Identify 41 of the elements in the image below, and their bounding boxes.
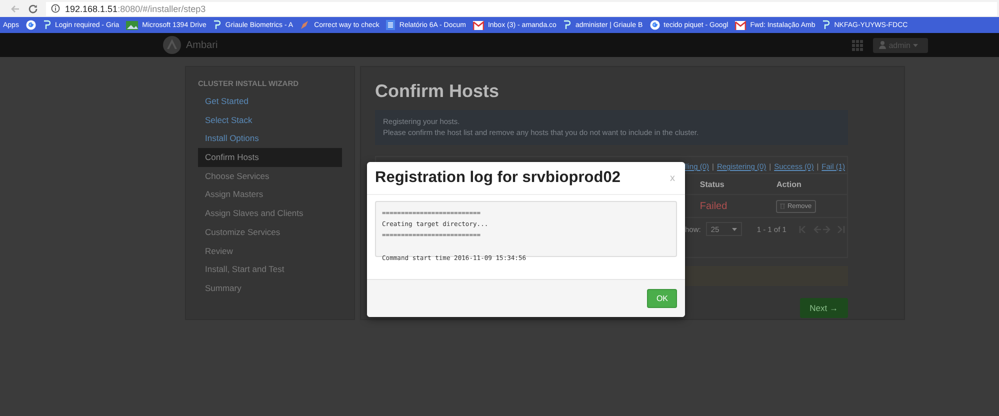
sidebar-item[interactable]: Get Started	[198, 92, 342, 111]
sidebar-item[interactable]: Assign Masters	[198, 185, 342, 204]
sidebar-item[interactable]: Summary	[198, 278, 342, 298]
google-icon	[26, 20, 36, 30]
info-icon	[51, 4, 60, 13]
ok-button[interactable]: OK	[647, 289, 677, 308]
caret-icon	[732, 228, 737, 230]
bookmark-icon	[822, 20, 830, 30]
dialog-title: Registration log for srvbioprod02	[375, 169, 620, 187]
sidebar-item[interactable]: Install Options	[198, 129, 342, 148]
google-icon	[650, 20, 660, 30]
bookmark-icon	[563, 20, 572, 30]
brand-name[interactable]: Ambari	[186, 40, 218, 50]
caret-icon	[913, 44, 918, 46]
mail-icon	[735, 20, 746, 30]
page-title: Confirm Hosts	[375, 81, 500, 102]
sidebar-item[interactable]: Customize Services	[198, 222, 342, 242]
address-bar[interactable]: 192.168.1.51:8080/#/installer/step3	[46, 2, 997, 16]
table-cell-text: Failed	[698, 200, 728, 212]
mail-icon	[472, 20, 484, 30]
sidebar-item[interactable]: Assign Slaves and Clients	[198, 204, 342, 223]
reload-icon[interactable]	[28, 4, 38, 14]
user-icon	[878, 41, 886, 49]
sidebar-item[interactable]: Choose Services	[198, 166, 342, 186]
back-icon[interactable]	[10, 4, 20, 14]
next-button[interactable]: Next →	[800, 298, 848, 318]
column-header: Status	[698, 180, 726, 188]
grid-icon[interactable]	[852, 40, 863, 50]
image-icon	[126, 20, 138, 30]
close-button[interactable]: x	[668, 172, 677, 184]
sidebar-item[interactable]: Review	[198, 242, 342, 260]
sidebar-item[interactable]: Confirm Hosts	[198, 148, 342, 167]
column-header: Action	[775, 180, 802, 188]
sidebar-item[interactable]: Install, Start and Test	[198, 260, 342, 279]
pen-icon	[300, 20, 310, 30]
sidebar-item[interactable]: Select Stack	[198, 110, 342, 130]
trash-icon	[780, 203, 786, 209]
bookmark-icon	[213, 20, 222, 30]
bookmark-icon	[42, 20, 51, 30]
document-icon	[386, 20, 396, 30]
logo-icon	[163, 36, 181, 54]
